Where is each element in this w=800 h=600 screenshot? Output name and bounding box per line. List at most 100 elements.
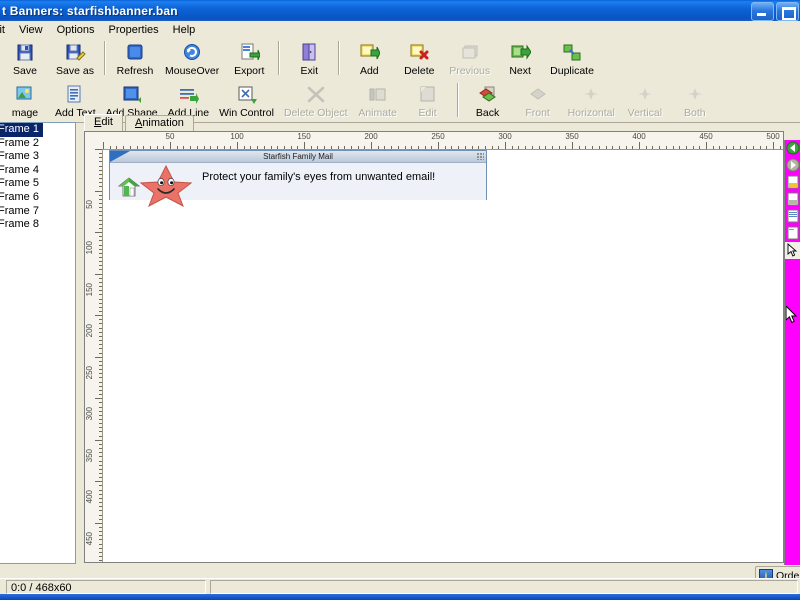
ruler-tick [699,146,701,149]
frame-list-item[interactable]: Frame 5 [0,177,75,191]
frame-list-item[interactable]: Frame 4 [0,164,75,178]
refresh-button[interactable]: Refresh [110,38,160,78]
palette-button[interactable] [785,157,800,174]
duplicate-button[interactable]: Duplicate [545,38,599,78]
banner-object[interactable]: Starfish Family Mail Protect your family… [109,150,487,207]
banner-body[interactable]: Protect your family's eyes from unwanted… [110,163,486,207]
send-back-icon [477,84,499,105]
palette-swatch[interactable] [785,361,800,378]
palette-swatch[interactable] [785,412,800,429]
ruler-tick [685,146,687,149]
ruler-tick [210,146,212,149]
palette-swatch[interactable] [785,429,800,446]
mage-button[interactable]: mage [0,80,50,120]
palette-swatch[interactable] [785,327,800,344]
application-window: t Banners: starfishbanner.ban litViewOpt… [0,0,800,600]
banner-editor[interactable]: 50 100 150 200 250 300 350 400 450 500 50 100 150 20… [84,131,784,563]
ruler-tick [99,448,102,450]
status-secondary [210,580,798,594]
toolbar-button-label: Save [13,65,37,77]
menu-edit[interactable]: lit [0,23,12,37]
frame-list-item[interactable]: Frame 1 [0,123,43,137]
palette-swatch[interactable] [785,480,800,497]
toolbar-separator [278,41,281,75]
palette-swatch[interactable] [785,276,800,293]
frame-list-item[interactable]: Frame 3 [0,150,75,164]
ruler-tick [99,252,102,254]
design-canvas[interactable]: Starfish Family Mail Protect your family… [103,150,783,562]
ruler-tick [99,269,102,271]
banner-message-text: Protect your family's eyes from unwanted… [202,171,436,183]
banner-title-bar[interactable]: Starfish Family Mail [110,151,486,163]
vertical-ruler: 50 100 150 200 250 300 350 400 450 [85,149,103,562]
frame-list-item[interactable]: Frame 7 [0,205,75,219]
banner-resize-grip[interactable] [477,153,484,160]
ruler-tick [190,146,192,149]
palette-swatch[interactable] [785,293,800,310]
ruler-tick [491,146,493,149]
ruler-tick [471,146,473,149]
tab-animation[interactable]: Animation [124,115,194,131]
palette-button[interactable] [785,208,800,225]
toolbar-button-label: Previous [449,65,491,77]
frame-list-item[interactable]: Frame 2 [0,137,75,151]
palette-swatch[interactable] [785,531,800,548]
export-button[interactable]: Export [224,38,274,78]
palette-swatch[interactable] [785,378,800,395]
palette-swatch[interactable] [785,446,800,463]
palette-swatch[interactable] [785,344,800,361]
menu-view[interactable]: View [12,23,50,37]
palette-button[interactable] [785,140,800,157]
palette-swatch[interactable] [785,310,800,327]
menu-options[interactable]: Options [50,23,102,37]
ruler-tick [759,146,761,149]
ruler-tick [618,146,620,149]
exit-button[interactable]: Exit [284,38,334,78]
palette-swatch[interactable] [785,463,800,480]
right-tool-palette[interactable] [784,140,800,565]
palette-button[interactable] [785,242,800,259]
palette-button[interactable] [785,225,800,242]
ruler-tick [163,146,165,149]
mouseover-button[interactable]: MouseOver [160,38,224,78]
save-as-button[interactable]: Save as [50,38,100,78]
ruler-tick [391,146,393,149]
back-button[interactable]: Back [463,80,513,120]
minimize-button[interactable] [751,2,774,21]
ruler-tick [679,146,681,149]
menu-properties[interactable]: Properties [102,23,166,37]
win-control-button[interactable]: Win Control [214,80,279,120]
ruler-tick [397,146,399,149]
palette-swatch[interactable] [785,395,800,412]
ruler-tick [99,161,102,163]
ruler-label: 400 [632,132,646,141]
palette-swatch[interactable] [785,514,800,531]
ruler-tick [99,473,102,474]
ruler-tick [411,146,413,149]
ruler-tick [692,146,694,149]
palette-button[interactable] [785,191,800,208]
palette-swatch[interactable] [785,548,800,565]
save-button[interactable]: Save [0,38,50,78]
add-frame-icon [358,42,381,63]
frame-list-item[interactable]: Frame 6 [0,191,75,205]
ruler-tick [578,146,580,149]
ruler-tick [99,518,102,520]
frame-list[interactable]: Frame 1 Frame 2 Frame 3 Frame 4 Frame 5 Frame… [0,122,76,564]
ruler-tick [632,146,634,149]
next-button[interactable]: Next [495,38,545,78]
menu-help[interactable]: Help [166,23,203,37]
palette-swatch[interactable] [785,497,800,514]
palette-button[interactable] [785,174,800,191]
palette-swatch[interactable] [785,259,800,276]
ruler-tick [350,146,352,149]
ruler-tick [95,398,102,400]
tab-edit[interactable]: Edit [84,114,123,131]
frame-list-item[interactable]: Frame 8 [0,218,75,232]
delete-button[interactable]: Delete [394,38,444,78]
maximize-button[interactable] [776,2,799,21]
ruler-tick [99,323,102,325]
ruler-tick [752,146,754,149]
add-line-button[interactable]: Add Line [163,80,214,120]
add-button[interactable]: Add [344,38,394,78]
